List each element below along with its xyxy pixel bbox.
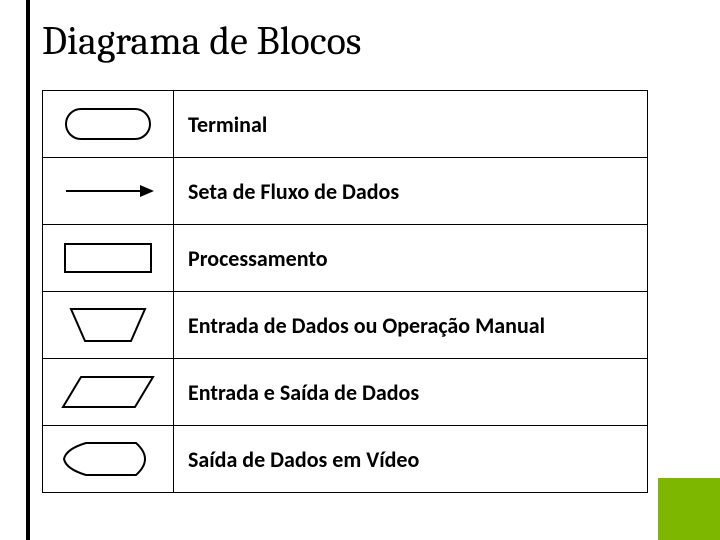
symbol-cell <box>43 359 174 426</box>
flow-arrow-icon <box>43 179 173 203</box>
table-row: Processamento <box>43 225 648 292</box>
corner-accent-square <box>658 478 720 540</box>
io-parallelogram-icon <box>43 371 173 413</box>
label-cell: Processamento <box>174 225 648 292</box>
process-rectangle-icon <box>43 238 173 278</box>
slide: Diagrama de Blocos Terminal <box>0 0 720 540</box>
label-cell: Saída de Dados em Vídeo <box>174 426 648 493</box>
table-row: Entrada de Dados ou Operação Manual <box>43 292 648 359</box>
symbol-cell <box>43 225 174 292</box>
symbol-cell <box>43 426 174 493</box>
label-cell: Entrada de Dados ou Operação Manual <box>174 292 648 359</box>
table-row: Entrada e Saída de Dados <box>43 359 648 426</box>
manual-input-trapezoid-icon <box>43 303 173 347</box>
terminal-shape-icon <box>43 104 173 144</box>
block-diagram-legend-table: Terminal Seta de Fluxo de Dados <box>42 90 648 493</box>
symbol-cell <box>43 292 174 359</box>
table-row: Saída de Dados em Vídeo <box>43 426 648 493</box>
symbol-cell <box>43 91 174 158</box>
display-shape-icon <box>43 437 173 481</box>
label-cell: Seta de Fluxo de Dados <box>174 158 648 225</box>
table-row: Terminal <box>43 91 648 158</box>
table-row: Seta de Fluxo de Dados <box>43 158 648 225</box>
label-cell: Terminal <box>174 91 648 158</box>
symbol-cell <box>43 158 174 225</box>
page-title: Diagrama de Blocos <box>42 18 361 64</box>
label-cell: Entrada e Saída de Dados <box>174 359 648 426</box>
left-accent-bar <box>26 0 30 540</box>
